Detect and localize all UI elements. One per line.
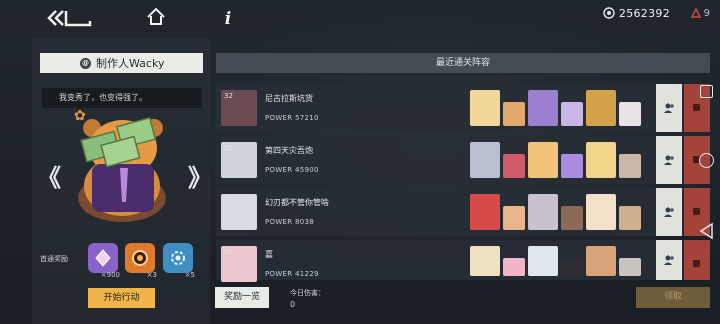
team-row[interactable]: 25 第四天灾吾炮 POWER 45900 [216,136,710,184]
unit-portrait[interactable] [586,194,616,230]
home-button[interactable] [146,7,166,27]
add-member-icon [664,207,674,217]
unit-portrait[interactable] [470,194,500,230]
player-name: 尼古拉斯坑货 [265,94,313,103]
reward-count: ×5 [184,271,195,279]
player-name: 嘉 [265,250,273,259]
unit-portrait[interactable] [503,258,525,276]
player-level: 12 [224,196,233,204]
crystal-icon [95,249,111,267]
unit-portrait[interactable] [586,142,616,178]
player-power: POWER 45900 [265,166,319,174]
maker-tab[interactable]: @ 制作人Wacky [40,53,203,73]
start-action-button[interactable]: 开始行动 [88,288,155,308]
team-lineup [470,90,641,126]
player-level: 25 [224,248,233,256]
unit-portrait[interactable] [561,258,583,276]
player-avatar[interactable]: 12 [221,194,257,230]
first-clear-reward-label: 首通奖励 [40,255,68,263]
player-level: 32 [224,92,233,100]
reward-count: ×900 [100,271,120,279]
team-row[interactable]: 12 幻刃都不管你管啥 POWER 8038 [216,188,710,236]
top-bar: i 2562392 9 [0,0,720,36]
reward-count: ×3 [146,271,157,279]
system-back-icon[interactable] [698,222,714,240]
team-row[interactable]: 32 尼古拉斯坑货 POWER 57210 [216,84,710,132]
player-power: POWER 57210 [265,114,319,122]
unit-portrait[interactable] [619,206,641,230]
copy-team-button[interactable] [656,136,682,184]
previous-stage-button[interactable]: 《 [37,158,61,193]
add-member-icon [664,155,674,165]
maker-icon: @ [80,57,91,69]
add-member-icon [664,255,674,265]
mascot-illustration: ✿ [62,106,182,226]
svg-text:✿: ✿ [74,108,86,124]
unit-portrait[interactable] [586,246,616,276]
add-member-icon [664,103,674,113]
team-row[interactable]: 25 嘉 POWER 41229 [216,240,710,282]
maker-quote: 我变秀了，也变得强了。 [42,88,202,108]
unit-portrait[interactable] [503,154,525,178]
unit-portrait[interactable] [561,102,583,126]
currency-display: 2562392 [603,5,670,21]
copy-team-button[interactable] [656,188,682,236]
today-damage-value: 0 [290,300,296,309]
unit-portrait[interactable] [561,206,583,230]
orb-icon [132,250,148,266]
reward-item-chip[interactable]: ×5 [163,243,195,279]
unit-portrait[interactable] [470,142,500,178]
currency-icon [603,7,615,19]
player-name: 第四天灾吾炮 [265,146,313,155]
player-name: 幻刃都不管你管啥 [265,198,329,207]
unit-portrait[interactable] [528,142,558,178]
home-circle-icon[interactable] [699,153,714,168]
player-power: POWER 8038 [265,218,314,226]
copy-team-button[interactable] [656,240,682,280]
today-damage-label: 今日伤害： [290,289,325,297]
recent-apps-icon[interactable] [700,85,713,98]
back-button[interactable] [46,8,92,28]
team-lineup [470,246,641,276]
player-avatar[interactable]: 25 [221,246,257,282]
back-arrow-icon [47,10,92,27]
reward-item-crystal[interactable]: ×900 [88,243,120,279]
next-stage-button[interactable]: 》 [188,158,212,193]
currency-value: 2562392 [618,6,670,20]
home-icon [147,7,165,25]
unit-portrait[interactable] [503,206,525,230]
unit-portrait[interactable] [470,246,500,276]
unit-portrait[interactable] [619,154,641,178]
player-avatar[interactable]: 32 [221,90,257,126]
info-button[interactable]: i [221,9,235,29]
team-lineup [470,194,641,230]
copy-team-button[interactable] [656,84,682,132]
player-level: 25 [224,144,233,152]
unit-portrait[interactable] [503,102,525,126]
maker-name: 制作人Wacky [96,57,165,70]
unit-portrait[interactable] [561,154,583,178]
unit-portrait[interactable] [619,258,641,276]
recent-clear-teams-header: 最近通关阵容 [216,53,710,73]
unit-portrait[interactable] [470,90,500,126]
player-avatar[interactable]: 25 [221,142,257,178]
system-nav-bar [692,0,720,324]
reward-list-button[interactable]: 奖励一览 [215,287,269,308]
player-power: POWER 41229 [265,270,319,278]
gear-chip-icon [171,251,185,265]
unit-portrait[interactable] [586,90,616,126]
unit-portrait[interactable] [619,102,641,126]
unit-portrait[interactable] [528,194,558,230]
unit-portrait[interactable] [528,246,558,276]
unit-portrait[interactable] [528,90,558,126]
reward-item-orb[interactable]: ×3 [125,243,157,279]
team-lineup [470,142,641,178]
